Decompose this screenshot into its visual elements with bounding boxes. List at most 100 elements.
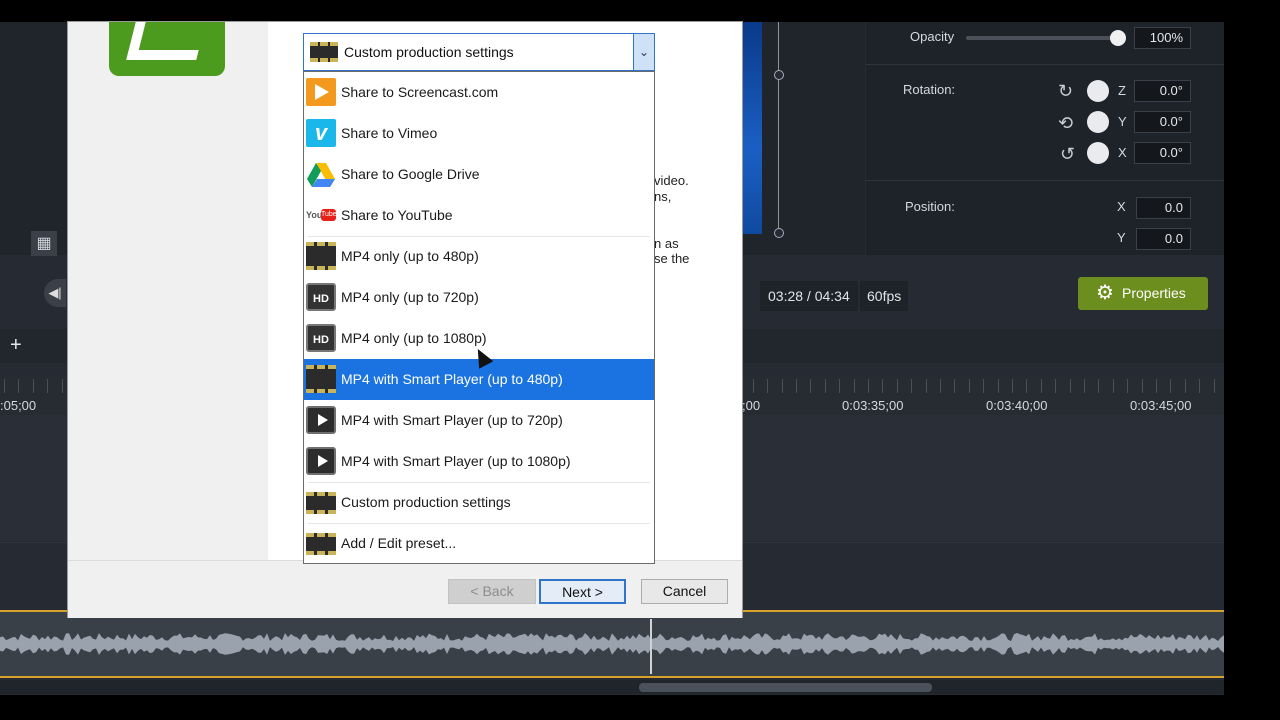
position-x-field[interactable]: 0.0 xyxy=(1136,197,1191,219)
menu-item-label: Share to Google Drive xyxy=(341,166,480,182)
menu-item-smart-player-1080p[interactable]: MP4 with Smart Player (up to 1080p) xyxy=(304,441,654,482)
rotation-x-field[interactable]: 0.0° xyxy=(1134,142,1191,164)
cancel-button[interactable]: Cancel xyxy=(641,579,728,604)
back-button[interactable]: < Back xyxy=(448,579,536,604)
film-strip-icon xyxy=(310,42,338,62)
canvas-resize-handle[interactable] xyxy=(774,228,784,238)
menu-item-label: Share to YouTube xyxy=(341,207,453,223)
menu-item-share-screencast[interactable]: Share to Screencast.com xyxy=(304,72,654,113)
canvas-resize-handle[interactable] xyxy=(774,70,784,80)
ruler-tick xyxy=(1127,379,1128,393)
timeline-scrollbar[interactable] xyxy=(0,680,1224,694)
description-text: ns, xyxy=(654,189,672,204)
menu-item-mp4-720p[interactable]: HD MP4 only (up to 720p) xyxy=(304,277,654,318)
time-display: 03:28 / 04:34 xyxy=(760,281,858,311)
properties-panel: Opacity 100% Rotation: ↻ ⟲ ↺ Z Y X 0.0° … xyxy=(866,22,1224,255)
rotation-y-field[interactable]: 0.0° xyxy=(1134,111,1191,133)
menu-item-label: Share to Vimeo xyxy=(341,125,438,141)
divider xyxy=(866,180,1224,181)
menu-item-label: MP4 only (up to 720p) xyxy=(341,289,479,305)
rotation-x-knob[interactable] xyxy=(1087,142,1109,164)
add-track-button[interactable]: + xyxy=(10,333,22,357)
playhead[interactable] xyxy=(650,619,652,674)
position-axis-label: X xyxy=(1117,199,1126,214)
menu-item-label: Add / Edit preset... xyxy=(341,535,457,551)
properties-button-label: Properties xyxy=(1122,285,1186,301)
canvas-frame-edge xyxy=(778,22,779,232)
ruler-tick xyxy=(782,379,783,393)
ruler-tick xyxy=(897,379,898,393)
gear-icon: ⚙ xyxy=(1096,282,1114,304)
ruler-tick xyxy=(940,379,941,393)
grid-view-icon[interactable]: ▦ xyxy=(31,231,57,257)
ruler-tick xyxy=(796,379,797,393)
hd-icon: HD xyxy=(306,324,336,352)
ruler-tick xyxy=(854,379,855,393)
ruler-tick xyxy=(47,379,48,393)
rotation-z-knob[interactable] xyxy=(1087,80,1109,102)
next-button[interactable]: Next > xyxy=(539,579,626,604)
dialog-sidebar xyxy=(68,22,268,560)
ruler-tick xyxy=(839,379,840,393)
menu-item-label: Custom production settings xyxy=(341,494,511,510)
menu-item-smart-player-720p[interactable]: MP4 with Smart Player (up to 720p) xyxy=(304,400,654,441)
menu-item-custom-production[interactable]: Custom production settings xyxy=(304,482,654,523)
menu-item-share-youtube[interactable]: You Tube Share to YouTube xyxy=(304,195,654,236)
menu-item-add-edit-preset[interactable]: Add / Edit preset... xyxy=(304,523,654,563)
opacity-slider-track[interactable] xyxy=(966,36,1118,40)
ruler-tick xyxy=(767,379,768,393)
menu-item-label: MP4 only (up to 1080p) xyxy=(341,330,487,346)
opacity-field[interactable]: 100% xyxy=(1134,27,1191,49)
previous-frame-button[interactable]: ◀| xyxy=(44,279,66,307)
ruler-tick xyxy=(753,379,754,393)
menu-item-share-google-drive[interactable]: Share to Google Drive xyxy=(304,154,654,195)
opacity-label: Opacity xyxy=(910,29,955,44)
timeline-scrollbar-thumb[interactable] xyxy=(639,683,932,692)
opacity-slider-thumb[interactable] xyxy=(1110,30,1126,46)
ruler-tick xyxy=(825,379,826,393)
ruler-tick xyxy=(1142,379,1143,393)
audio-clip[interactable] xyxy=(0,610,1224,678)
menu-item-mp4-480p[interactable]: MP4 only (up to 480p) xyxy=(304,236,654,277)
rotation-y-knob[interactable] xyxy=(1087,111,1109,133)
video-preview-strip xyxy=(742,22,762,234)
ruler-tick xyxy=(1012,379,1013,393)
youtube-icon: You Tube xyxy=(306,209,337,221)
ruler-tick xyxy=(33,379,34,393)
ruler-tick xyxy=(1098,379,1099,393)
divider xyxy=(866,64,1224,65)
ruler-tick xyxy=(1185,379,1186,393)
film-strip-icon xyxy=(306,492,336,514)
preset-dropdown-list: Share to Screencast.com v Share to Vimeo… xyxy=(303,71,655,564)
description-text: video. xyxy=(654,173,689,188)
properties-button[interactable]: ⚙ Properties xyxy=(1078,277,1208,310)
menu-item-label: MP4 with Smart Player (up to 720p) xyxy=(341,412,563,428)
position-label: Position: xyxy=(905,199,955,214)
rotate-z-icon: ↻ xyxy=(1058,81,1074,101)
menu-item-label: Share to Screencast.com xyxy=(341,84,499,100)
menu-item-share-vimeo[interactable]: v Share to Vimeo xyxy=(304,113,654,154)
ruler-tick xyxy=(998,379,999,393)
ruler-tick xyxy=(1084,379,1085,393)
rotation-z-field[interactable]: 0.0° xyxy=(1134,80,1191,102)
smart-player-icon xyxy=(306,406,336,434)
ruler-tick xyxy=(18,379,19,393)
ruler-tick xyxy=(926,379,927,393)
ruler-tick xyxy=(1070,379,1071,393)
preset-select-value: Custom production settings xyxy=(344,44,514,60)
vimeo-icon: v xyxy=(306,119,336,147)
rotate-x-icon: ↺ xyxy=(1060,144,1076,164)
ruler-tick xyxy=(1199,379,1200,393)
audio-waveform xyxy=(0,633,1224,655)
rotation-label: Rotation: xyxy=(903,82,956,97)
camtasia-logo xyxy=(109,22,225,76)
ruler-label: 0:03:35;00 xyxy=(842,398,904,413)
ruler-tick xyxy=(954,379,955,393)
ruler-label: 0:03:40;00 xyxy=(986,398,1048,413)
position-y-field[interactable]: 0.0 xyxy=(1136,228,1191,250)
chevron-down-icon[interactable]: ⌄ xyxy=(633,34,654,70)
menu-item-label: MP4 with Smart Player (up to 1080p) xyxy=(341,453,571,469)
ruler-tick xyxy=(1113,379,1114,393)
rotation-axis-label: Y xyxy=(1118,114,1127,129)
production-preset-select[interactable]: Custom production settings ⌄ xyxy=(303,33,655,71)
